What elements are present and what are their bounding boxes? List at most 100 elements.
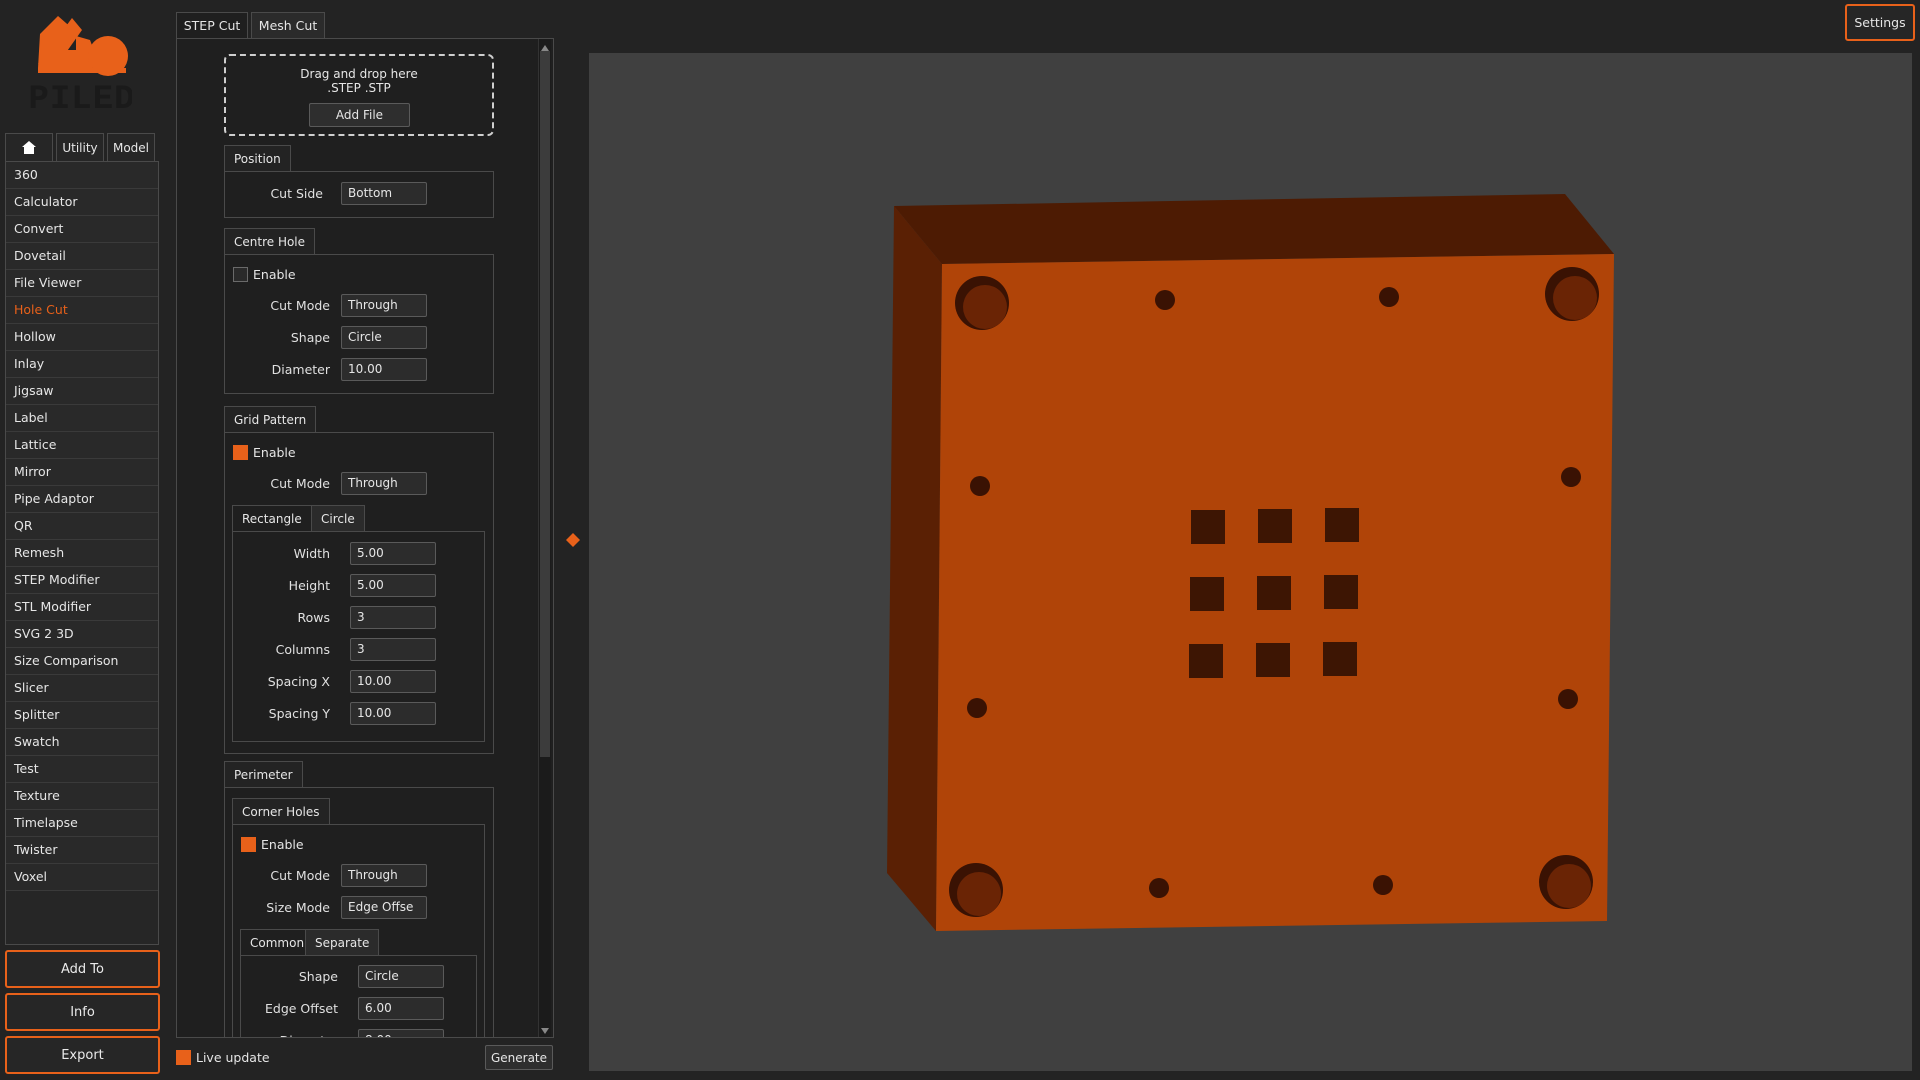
corner-holes-title: Corner Holes [232, 798, 330, 825]
rectangle-settings: Width 5.00 Height 5.00 Rows 3 Columns 3 … [232, 531, 485, 742]
corner-diameter-input[interactable]: 8.00 [358, 1029, 444, 1037]
sidebar-item-calculator[interactable]: Calculator [6, 189, 158, 216]
model-render[interactable] [589, 53, 1912, 1071]
export-button[interactable]: Export [5, 1036, 160, 1074]
height-label: Height [288, 578, 330, 593]
corner-diameter-label: Diameter [238, 1030, 338, 1037]
spacing-y-label: Spacing Y [268, 706, 330, 721]
columns-input[interactable]: 3 [350, 638, 436, 661]
height-input[interactable]: 5.00 [350, 574, 436, 597]
live-update-checkbox[interactable] [176, 1050, 191, 1065]
tab-step-cut[interactable]: STEP Cut [176, 12, 248, 38]
sidebar-item-file-viewer[interactable]: File Viewer [6, 270, 158, 297]
corner-holes-enable-label: Enable [261, 837, 304, 852]
cut-side-select[interactable]: Bottom [341, 182, 427, 205]
centre-shape-label: Shape [290, 330, 330, 345]
scroll-down-arrow-icon[interactable] [540, 1025, 550, 1035]
drop-hint: Drag and drop here [300, 67, 418, 81]
tab-circle[interactable]: Circle [311, 505, 365, 532]
sidebar-item-slicer[interactable]: Slicer [6, 675, 158, 702]
drop-file-types: .STEP .STP [327, 81, 391, 95]
sidebar-item-voxel[interactable]: Voxel [6, 864, 158, 891]
rows-input[interactable]: 3 [350, 606, 436, 629]
file-drop-zone[interactable]: Drag and drop here .STEP .STP Add File [224, 54, 494, 136]
grid-pattern-section-title: Grid Pattern [224, 406, 317, 433]
sidebar-item-dovetail[interactable]: Dovetail [6, 243, 158, 270]
tool-list: 360 Calculator Convert Dovetail File Viewer H… [5, 161, 159, 945]
perimeter-section-title: Perimeter [224, 761, 303, 788]
sidebar-item-swatch[interactable]: Swatch [6, 729, 158, 756]
spacing-x-input[interactable]: 10.00 [350, 670, 436, 693]
tab-mesh-cut[interactable]: Mesh Cut [251, 12, 325, 38]
scroll-up-arrow-icon[interactable] [541, 41, 549, 51]
sidebar-item-hole-cut[interactable]: Hole Cut [6, 297, 158, 324]
width-input[interactable]: 5.00 [350, 542, 436, 565]
panel-scrollbar[interactable] [538, 39, 551, 1037]
grid-cut-mode-select[interactable]: Through [341, 472, 427, 495]
edge-offset-input[interactable]: 6.00 [358, 997, 444, 1020]
sidebar-item-hollow[interactable]: Hollow [6, 324, 158, 351]
tab-separate[interactable]: Separate [305, 929, 380, 956]
sidebar-item-remesh[interactable]: Remesh [6, 540, 158, 567]
settings-button[interactable]: Settings [1845, 4, 1915, 41]
columns-label: Columns [275, 642, 330, 657]
sidebar-item-stl-modifier[interactable]: STL Modifier [6, 594, 158, 621]
sidebar-item-inlay[interactable]: Inlay [6, 351, 158, 378]
sidebar-item-texture[interactable]: Texture [6, 783, 158, 810]
add-to-button[interactable]: Add To [5, 950, 160, 988]
sidebar-item-convert[interactable]: Convert [6, 216, 158, 243]
sidebar-item-360[interactable]: 360 [6, 162, 158, 189]
sidebar-item-qr[interactable]: QR [6, 513, 158, 540]
add-file-button[interactable]: Add File [309, 103, 410, 127]
tab-common[interactable]: Common [240, 929, 315, 956]
sidebar-item-lattice[interactable]: Lattice [6, 432, 158, 459]
size-mode-select[interactable]: Edge Offse [341, 896, 427, 919]
centre-hole-enable-checkbox[interactable] [233, 267, 248, 282]
rows-label: Rows [297, 610, 330, 625]
centre-shape-select[interactable]: Circle [341, 326, 427, 349]
spacing-y-input[interactable]: 10.00 [350, 702, 436, 725]
tab-utility[interactable]: Utility [56, 133, 104, 161]
centre-hole-section: Enable Cut Mode Through Shape Circle Dia… [224, 254, 494, 394]
corner-shape-label: Shape [298, 969, 338, 984]
corner-cut-mode-select[interactable]: Through [341, 864, 427, 887]
generate-button[interactable]: Generate [485, 1045, 553, 1070]
app-logo: PILED [28, 16, 135, 119]
perimeter-section: Corner Holes Enable Cut Mode Through Siz… [224, 787, 494, 1037]
sidebar-item-step-modifier[interactable]: STEP Modifier [6, 567, 158, 594]
position-section: Cut Side Bottom [224, 171, 494, 218]
live-update-label: Live update [196, 1050, 270, 1065]
centre-cut-mode-select[interactable]: Through [341, 294, 427, 317]
scrollbar-thumb[interactable] [540, 51, 550, 757]
position-section-title: Position [224, 145, 291, 172]
centre-cut-mode-label: Cut Mode [270, 298, 330, 313]
panel-footer: Live update Generate [176, 1038, 555, 1080]
sidebar-item-test[interactable]: Test [6, 756, 158, 783]
sidebar-item-jigsaw[interactable]: Jigsaw [6, 378, 158, 405]
sidebar-item-splitter[interactable]: Splitter [6, 702, 158, 729]
size-mode-label: Size Mode [266, 900, 330, 915]
grid-enable-checkbox[interactable] [233, 445, 248, 460]
splitter-handle-icon[interactable] [566, 533, 580, 547]
tab-home[interactable] [5, 133, 53, 161]
sidebar-item-label[interactable]: Label [6, 405, 158, 432]
grid-pattern-section: Enable Cut Mode Through Rectangle Circle… [224, 432, 494, 754]
common-settings: Shape Circle Edge Offset 6.00 Diameter 8… [238, 955, 477, 1037]
corner-cut-mode-label: Cut Mode [270, 868, 330, 883]
sidebar-item-twister[interactable]: Twister [6, 837, 158, 864]
corner-shape-select[interactable]: Circle [358, 965, 444, 988]
logo-text: PILED [30, 81, 132, 116]
corner-holes-enable-checkbox[interactable] [241, 837, 256, 852]
sidebar-item-mirror[interactable]: Mirror [6, 459, 158, 486]
sidebar-item-timelapse[interactable]: Timelapse [6, 810, 158, 837]
sidebar-item-pipe-adaptor[interactable]: Pipe Adaptor [6, 486, 158, 513]
sidebar-item-svg-2-3d[interactable]: SVG 2 3D [6, 621, 158, 648]
tab-rectangle[interactable]: Rectangle [232, 505, 312, 532]
centre-diameter-input[interactable]: 10.00 [341, 358, 427, 381]
tab-model[interactable]: Model [107, 133, 155, 161]
info-button[interactable]: Info [5, 993, 160, 1031]
grid-enable-label: Enable [253, 445, 296, 460]
centre-diameter-label: Diameter [271, 362, 330, 377]
sidebar-item-size-comparison[interactable]: Size Comparison [6, 648, 158, 675]
3d-viewport[interactable] [589, 53, 1912, 1071]
